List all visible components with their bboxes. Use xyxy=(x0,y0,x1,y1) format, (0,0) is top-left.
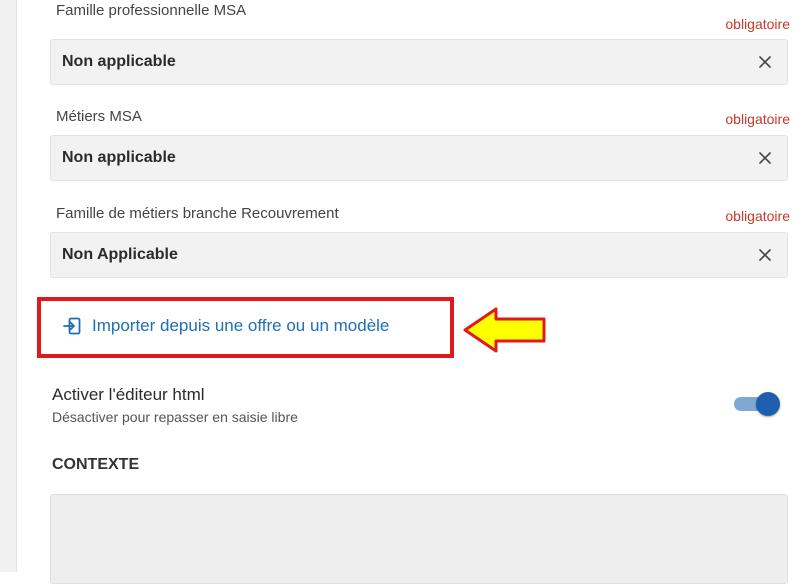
required-indicator: obligatoire xyxy=(725,111,790,127)
html-editor-toggle[interactable] xyxy=(734,391,780,417)
required-indicator: obligatoire xyxy=(725,208,790,224)
required-indicator: obligatoire xyxy=(725,16,790,32)
html-editor-subtitle: Désactiver pour repasser en saisie libre xyxy=(52,409,298,425)
html-editor-title: Activer l'éditeur html xyxy=(52,385,205,404)
import-link[interactable]: Importer depuis une offre ou un modèle xyxy=(62,316,389,336)
left-rail xyxy=(0,0,17,572)
import-icon xyxy=(63,317,81,335)
select-value: Non applicable xyxy=(62,149,176,166)
section-title-contexte: CONTEXTE xyxy=(52,456,140,473)
select-famille-metiers-recouvrement[interactable]: Non Applicable xyxy=(50,232,788,278)
select-value: Non applicable xyxy=(62,53,176,70)
field-label-famille-professionnelle: Famille professionnelle MSA xyxy=(56,2,247,19)
select-value: Non Applicable xyxy=(62,246,178,263)
close-icon[interactable] xyxy=(757,247,773,263)
close-icon[interactable] xyxy=(757,150,773,166)
toggle-knob xyxy=(756,392,780,416)
arrow-left-icon xyxy=(463,307,546,353)
field-label-metiers-msa: Métiers MSA xyxy=(56,108,142,125)
select-famille-professionnelle[interactable]: Non applicable xyxy=(50,39,788,85)
field-label-famille-metiers-recouvrement: Famille de métiers branche Recouvrement xyxy=(56,205,339,222)
contexte-textarea[interactable] xyxy=(50,494,788,584)
select-metiers-msa[interactable]: Non applicable xyxy=(50,135,788,181)
import-link-label: Importer depuis une offre ou un modèle xyxy=(92,316,390,335)
close-icon[interactable] xyxy=(757,54,773,70)
